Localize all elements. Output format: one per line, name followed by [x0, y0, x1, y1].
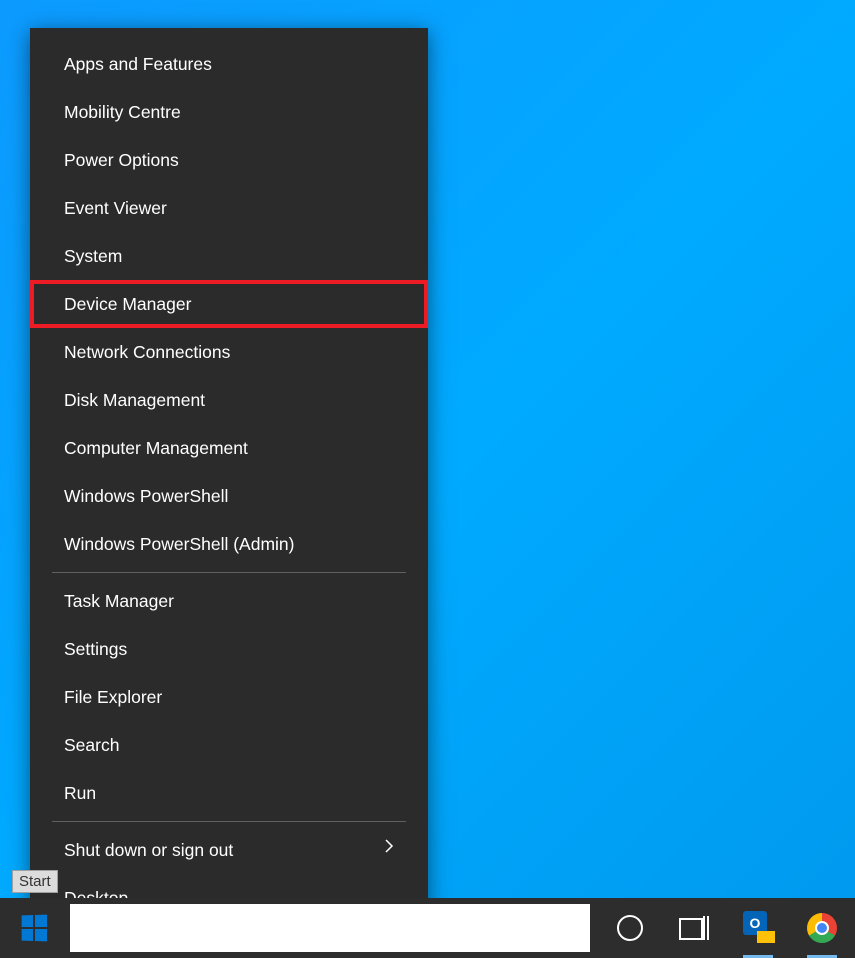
outlook-icon: O — [741, 911, 775, 945]
menu-item-mobility-centre[interactable]: Mobility Centre — [30, 88, 428, 136]
menu-item-disk-management[interactable]: Disk Management — [30, 376, 428, 424]
menu-item-run[interactable]: Run — [30, 769, 428, 817]
taskbar: O — [0, 898, 855, 958]
start-button[interactable] — [0, 898, 68, 958]
windows-logo-icon — [22, 915, 47, 942]
menu-item-event-viewer[interactable]: Event Viewer — [30, 184, 428, 232]
chevron-right-icon — [384, 837, 394, 863]
menu-separator — [52, 572, 406, 573]
menu-item-search[interactable]: Search — [30, 721, 428, 769]
outlook-app-button[interactable]: O — [733, 898, 783, 958]
menu-item-apps-and-features[interactable]: Apps and Features — [30, 40, 428, 88]
start-tooltip: Start — [12, 870, 58, 893]
menu-item-task-manager[interactable]: Task Manager — [30, 577, 428, 625]
cortana-button[interactable] — [605, 898, 655, 958]
menu-item-device-manager[interactable]: Device Manager — [30, 280, 428, 328]
menu-item-system[interactable]: System — [30, 232, 428, 280]
taskbar-search-input[interactable] — [70, 904, 590, 952]
winx-context-menu: Apps and Features Mobility Centre Power … — [30, 28, 428, 930]
menu-item-computer-management[interactable]: Computer Management — [30, 424, 428, 472]
task-view-icon — [679, 916, 709, 940]
task-view-button[interactable] — [669, 898, 719, 958]
menu-item-windows-powershell-admin[interactable]: Windows PowerShell (Admin) — [30, 520, 428, 568]
chrome-app-button[interactable] — [797, 898, 847, 958]
menu-item-windows-powershell[interactable]: Windows PowerShell — [30, 472, 428, 520]
menu-separator — [52, 821, 406, 822]
menu-item-power-options[interactable]: Power Options — [30, 136, 428, 184]
menu-item-settings[interactable]: Settings — [30, 625, 428, 673]
menu-item-file-explorer[interactable]: File Explorer — [30, 673, 428, 721]
menu-item-shut-down-or-sign-out[interactable]: Shut down or sign out — [30, 826, 428, 874]
taskbar-right: O — [605, 898, 855, 958]
chrome-icon — [807, 913, 837, 943]
cortana-icon — [617, 915, 643, 941]
menu-item-network-connections[interactable]: Network Connections — [30, 328, 428, 376]
